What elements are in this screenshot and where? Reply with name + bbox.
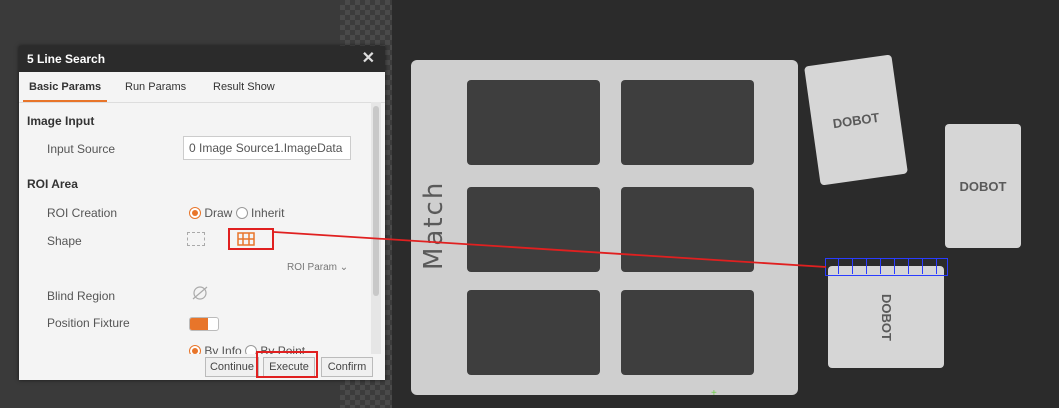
annotation-arrow-line: [273, 231, 827, 268]
